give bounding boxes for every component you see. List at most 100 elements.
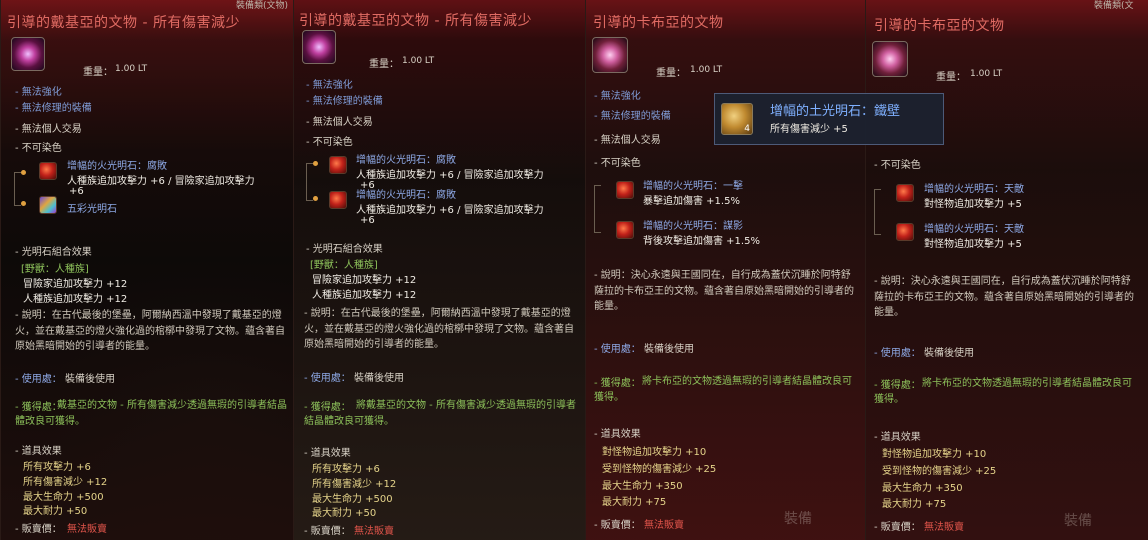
crystal-name: 增幅的火光明石：天敵	[924, 224, 1024, 235]
combo-title: - 光明石組合效果	[306, 244, 383, 255]
prop-no-enhance: - 無法強化	[594, 91, 641, 102]
combo-tag: [野獸：人種族]	[21, 264, 89, 275]
usage-value: 裝備後使用	[644, 344, 694, 355]
item-title: 引導的卡布亞的文物	[593, 15, 724, 31]
description: - 說明：在古代最後的堡壘，阿爾納西溫中發現了戴基亞的燈火，並在戴基亞的燈火強化…	[304, 308, 574, 350]
effect-line: 最大耐力 +50	[312, 508, 377, 519]
effects-title: - 道具效果	[594, 429, 641, 440]
description: - 說明：決心永遠與王國同在，自行成為蓋伏沉睡於阿特舒薩拉的卡布亞王的文物。蘊含…	[594, 270, 854, 312]
effect-line: 最大生命力 +500	[23, 492, 104, 503]
stack-badge: 4	[744, 124, 750, 134]
effect-line: 最大耐力 +75	[602, 497, 667, 508]
effect-line: 最大生命力 +350	[882, 483, 963, 494]
item-title: 引導的卡布亞的文物	[874, 18, 1005, 34]
equip-button-ghost[interactable]: 裝備	[784, 508, 812, 528]
combo-tag: [野獸：人種族]	[310, 260, 378, 271]
item-tooltip-3: 引導的卡布亞的文物 重量： 1.00 LT - 無法強化 - 無法修理的裝備 -…	[585, 0, 865, 540]
weight-value: 1.00 LT	[115, 64, 148, 74]
crystal-bracket	[594, 185, 601, 233]
socket-dot	[313, 196, 318, 201]
prop-no-trade: - 無法個人交易	[15, 124, 82, 135]
crystal-name: 增幅的火光明石：天敵	[924, 184, 1024, 195]
item-tooltip-2: 引導的戴基亞的文物 - 所有傷害減少 重量： 1.00 LT - 無法強化 - …	[293, 0, 585, 540]
equip-button-ghost[interactable]: 裝備	[1064, 510, 1092, 530]
effect-line: 所有攻擊力 +6	[312, 464, 380, 475]
obtain-value: 戴基亞的文物 - 所有傷害減少透過無瑕的引導者結晶體改良可獲得。	[15, 400, 287, 427]
effects-title: - 道具效果	[874, 432, 921, 443]
popup-title: 增幅的土光明石：鐵壁	[770, 104, 901, 119]
effect-line: 最大生命力 +350	[602, 481, 683, 492]
prop-no-dye: - 不可染色	[594, 158, 641, 169]
price-label: - 販賣價：	[874, 522, 921, 533]
prop-no-repair: - 無法修理的裝備	[15, 103, 92, 114]
crystal-name: 增幅的火光明石：謀影	[643, 221, 743, 232]
prop-no-trade: - 無法個人交易	[306, 117, 373, 128]
obtain-value: 將卡布亞的文物透過無瑕的引導者結晶體改良可獲得。	[874, 378, 1132, 405]
effects-title: - 道具效果	[304, 448, 351, 459]
item-tooltip-1: 裝備類(文物) 引導的戴基亞的文物 - 所有傷害減少 重量： 1.00 LT -…	[0, 0, 293, 540]
crystal-effect-cont: +6	[69, 186, 84, 197]
weight-value: 1.00 LT	[402, 56, 435, 66]
crystal-effect: 背後攻擊追加傷害 +1.5%	[643, 236, 760, 247]
description: - 說明：決心永遠與王國同在，自行成為蓋伏沉睡於阿特舒薩拉的卡布亞王的文物。蘊含…	[874, 276, 1134, 318]
crystal-effect: 人種族追加攻擊力 +6 / 冒險家追加攻擊力	[67, 176, 255, 187]
prop-no-trade: - 無法個人交易	[594, 135, 661, 146]
effect-line: 所有攻擊力 +6	[23, 462, 91, 473]
usage-label: - 使用處：	[594, 344, 641, 355]
rainbow-crystal-icon[interactable]	[39, 196, 57, 214]
crystal-hover-popup: 4 增幅的土光明石：鐵壁 所有傷害減少 +5	[714, 93, 944, 145]
prop-no-dye: - 不可染色	[306, 137, 353, 148]
price-value: 無法販賣	[924, 522, 964, 533]
category-tag: 裝備類(文	[1094, 1, 1134, 11]
prop-no-dye: - 不可染色	[15, 143, 62, 154]
weight-value: 1.00 LT	[970, 69, 1003, 79]
crystal-bracket	[14, 172, 21, 206]
usage-label: - 使用處：	[304, 373, 351, 384]
effect-line: 所有傷害減少 +12	[312, 479, 397, 490]
popup-effect: 所有傷害減少 +5	[770, 124, 848, 135]
combo-line: 人種族追加攻擊力 +12	[312, 290, 417, 301]
artifact-icon[interactable]	[302, 30, 336, 64]
crystal-name: 增幅的火光明石：腐敗	[356, 155, 456, 166]
crystal-effect: 人種族追加攻擊力 +6 / 冒險家追加攻擊力	[356, 205, 544, 216]
crystal-effect: 人種族追加攻擊力 +6 / 冒險家追加攻擊力	[356, 170, 544, 181]
fire-crystal-icon[interactable]	[39, 162, 57, 180]
combo-line: 冒險家追加攻擊力 +12	[312, 275, 417, 286]
usage-value: 裝備後使用	[354, 373, 404, 384]
usage-value: 裝備後使用	[65, 374, 115, 385]
artifact-icon[interactable]	[11, 37, 45, 71]
fire-crystal-icon[interactable]	[329, 156, 347, 174]
item-title: 引導的戴基亞的文物 - 所有傷害減少	[7, 15, 240, 31]
effect-line: 對怪物追加攻擊力 +10	[882, 449, 987, 460]
crystal-effect: 對怪物追加攻擊力 +5	[924, 199, 1022, 210]
fire-crystal-icon[interactable]	[896, 184, 914, 202]
artifact-icon[interactable]	[592, 37, 628, 73]
price-label: - 販賣價：	[304, 526, 351, 537]
obtain-value: 將戴基亞的文物 - 所有傷害減少透過無瑕的引導者結晶體改良可獲得。	[304, 400, 576, 427]
crystal-name: 增幅的火光明石：一擊	[643, 181, 743, 192]
fire-crystal-icon[interactable]	[896, 223, 914, 241]
prop-no-repair: - 無法修理的裝備	[594, 111, 671, 122]
usage-label: - 使用處：	[874, 348, 921, 359]
description: - 說明：在古代最後的堡壘，阿爾納西溫中發現了戴基亞的燈火，並在戴基亞的燈火強化…	[15, 310, 285, 352]
price-label: - 販賣價：	[594, 520, 641, 531]
prop-no-repair: - 無法修理的裝備	[306, 96, 383, 107]
weight-value: 1.00 LT	[690, 65, 723, 75]
effect-line: 所有傷害減少 +12	[23, 477, 108, 488]
effect-line: 最大耐力 +50	[23, 506, 88, 517]
combo-line: 人種族追加攻擊力 +12	[23, 294, 128, 305]
price-value: 無法販賣	[354, 526, 394, 537]
fire-crystal-icon[interactable]	[616, 181, 634, 199]
effect-line: 受到怪物的傷害減少 +25	[882, 466, 997, 477]
fire-crystal-icon[interactable]	[329, 191, 347, 209]
effects-title: - 道具效果	[15, 446, 62, 457]
crystal-effect-cont: +6	[360, 215, 375, 226]
prop-no-enhance: - 無法強化	[15, 87, 62, 98]
category-tag: 裝備類(文物)	[236, 1, 289, 11]
weight-label: 重量：	[83, 67, 113, 78]
crystal-effect: 暴擊追加傷害 +1.5%	[643, 196, 740, 207]
crystal-effect: 對怪物追加攻擊力 +5	[924, 239, 1022, 250]
fire-crystal-icon[interactable]	[616, 221, 634, 239]
artifact-icon[interactable]	[872, 41, 908, 77]
crystal-name: 增幅的火光明石：腐敗	[356, 190, 456, 201]
